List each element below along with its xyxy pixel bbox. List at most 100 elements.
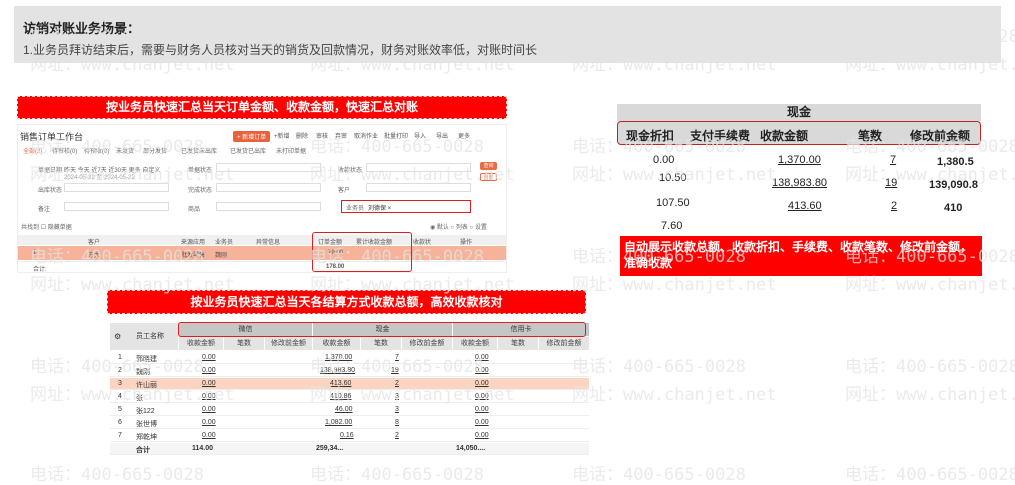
row-count[interactable]: 2 xyxy=(395,432,399,439)
outbound-select[interactable] xyxy=(64,183,169,192)
total-label: 合计 xyxy=(136,447,150,454)
col-customer: 客户 xyxy=(88,240,101,246)
row-wechat[interactable]: 0.00 xyxy=(202,419,216,426)
toolbar-more[interactable]: 更多 xyxy=(458,131,470,140)
tab-shipped-not-out[interactable]: 已发货未出库 xyxy=(181,146,217,155)
row-wechat[interactable]: 0.00 xyxy=(202,393,216,400)
callout-settlement-summary: 按业务员快速汇总当天各结算方式收款总额，高效收款核对 xyxy=(107,290,586,314)
cash-count[interactable]: 7 xyxy=(890,154,896,166)
table-row[interactable]: 6 张世博 0.00 1,082.00 8 0.00 xyxy=(110,417,589,429)
row-wechat[interactable]: 0.00 xyxy=(202,380,216,387)
tab-shipped-out[interactable]: 已发货已出库 xyxy=(230,146,266,155)
complete-label: 完成状态 xyxy=(188,188,213,194)
reset-button[interactable]: 重置 xyxy=(480,173,497,181)
toolbar-export[interactable]: 导出 xyxy=(436,131,448,140)
new-order-button[interactable]: + 新增订单 xyxy=(233,131,271,142)
sub-amount: 收款金额 xyxy=(453,337,497,350)
row-count[interactable]: 7 xyxy=(395,354,399,361)
cash-amount[interactable]: 1,370.00 xyxy=(778,154,821,166)
row-name: 郑乾坤 xyxy=(136,434,157,441)
tab-unprinted[interactable]: 未打印单据 xyxy=(276,146,306,155)
cash-count[interactable]: 2 xyxy=(891,200,897,212)
row-name: 郭晓建 xyxy=(136,356,157,363)
table-row[interactable]: 7 郑乾坤 0.00 0.16 2 0.00 xyxy=(110,430,589,442)
row-wechat[interactable]: 0.00 xyxy=(202,354,216,361)
row-name: 魏刚 xyxy=(136,369,150,376)
row-count[interactable]: 3 xyxy=(395,406,399,413)
row-credit[interactable]: 0.00 xyxy=(475,406,489,413)
col-employee: 员工名称 xyxy=(136,333,164,340)
row-wechat[interactable]: 0.00 xyxy=(202,406,216,413)
row-credit[interactable]: 0.00 xyxy=(475,367,489,374)
table-row[interactable]: 1 郭晓建 0.00 1,370.00 7 0.00 xyxy=(110,352,589,364)
row-count[interactable]: 2 xyxy=(395,380,399,387)
row-credit[interactable]: 0.00 xyxy=(475,380,489,387)
sales-order-workbench: 销售订单工作台 + 新增订单 +新增 删除 审核 弃审 取消作业 批量打印 导入… xyxy=(17,124,507,273)
table-row[interactable]: 4 张 0.00 410.86 3 0.00 xyxy=(110,391,589,403)
cash-count[interactable]: 19 xyxy=(885,177,897,189)
row-cash[interactable]: 410.86 xyxy=(330,393,351,400)
total-credit: 14,050.... xyxy=(456,445,486,452)
toolbar-approve[interactable]: 审核 xyxy=(316,131,328,140)
sub-count: 笔数 xyxy=(361,337,401,350)
hide-docs-option[interactable]: 共找到 ☐ 隐藏单据 xyxy=(21,222,72,231)
callout-auto-display: 自动展示收款总额、收款折扣、手续费、收款笔数、修改前金额，准确收款 xyxy=(620,236,982,276)
customer-select[interactable] xyxy=(366,183,471,192)
search-button[interactable]: 查询 xyxy=(480,162,497,170)
row-credit[interactable]: 0.00 xyxy=(475,354,489,361)
row-cash[interactable]: 46.00 xyxy=(335,406,353,413)
view-options[interactable]: ◉ 默认 ○ 列表 ○ 设置 xyxy=(430,222,487,231)
row-source: 批发零售 xyxy=(181,253,206,259)
row-cash[interactable]: 1,082.00 xyxy=(325,419,352,426)
cash-amount[interactable]: 138,983.80 xyxy=(772,177,827,189)
row-count[interactable]: 3 xyxy=(395,393,399,400)
cash-discount: 10.50 xyxy=(659,172,687,184)
date-label: 单据日期 xyxy=(38,168,63,174)
remark-input[interactable] xyxy=(64,202,169,211)
toolbar-cancel[interactable]: 取消作业 xyxy=(354,131,378,140)
row-cash[interactable]: 138,983.80 xyxy=(320,367,355,374)
tab-pending-prepay[interactable]: 待预收(0) xyxy=(84,146,109,155)
date-range[interactable]: 2024-05-22 至 2024-05-22 xyxy=(64,172,135,181)
row-cash[interactable]: 1,370.00 xyxy=(325,354,352,361)
row-credit[interactable]: 0.00 xyxy=(475,393,489,400)
cash-amount[interactable]: 413.60 xyxy=(788,200,822,212)
highlight-amount-columns xyxy=(312,232,412,272)
tab-partially-shipped[interactable]: 部分发货 xyxy=(143,146,167,155)
toolbar-delete[interactable]: 删除 xyxy=(296,131,308,140)
watermark-phone: 电话：400-665-0028 xyxy=(572,465,746,485)
tab-pending-approval[interactable]: 待审核(0) xyxy=(52,146,77,155)
toolbar-unapprove[interactable]: 弃审 xyxy=(335,131,347,140)
settings-icon[interactable]: ⚙ xyxy=(114,323,121,350)
table-row[interactable]: 1 方大 批发零售 魏刚 79.00 xyxy=(18,246,506,260)
table-row[interactable]: 3 许山丽 0.00 413.60 2 0.00 xyxy=(110,378,589,390)
salesman-filter[interactable]: 业务员 刘德保 × xyxy=(341,200,471,213)
receipt-select[interactable] xyxy=(366,163,471,172)
table-row[interactable]: 2 魏刚 0.00 138,983.80 19 0.00 xyxy=(110,365,589,377)
status-select[interactable] xyxy=(216,163,321,172)
row-count[interactable]: 19 xyxy=(391,367,399,374)
product-select[interactable] xyxy=(216,202,321,211)
row-credit[interactable]: 0.00 xyxy=(475,432,489,439)
col-before: 修改前金额 xyxy=(910,129,971,143)
toolbar-print[interactable]: 批量打印 xyxy=(384,131,408,140)
table-row[interactable]: 5 张122 0.00 46.00 3 0.00 xyxy=(110,404,589,416)
row-cash[interactable]: 0.16 xyxy=(340,432,354,439)
receipt-label: 收款状态 xyxy=(338,168,363,174)
row-credit[interactable]: 0.00 xyxy=(475,419,489,426)
tab-all[interactable]: 全部(2) xyxy=(23,146,42,155)
row-no: 1 xyxy=(118,354,122,361)
row-wechat[interactable]: 0.00 xyxy=(202,367,216,374)
sub-before: 修改前金额 xyxy=(539,337,589,350)
tab-not-shipped[interactable]: 未发货 xyxy=(116,146,134,155)
row-count[interactable]: 8 xyxy=(395,419,399,426)
row-cash[interactable]: 413.60 xyxy=(330,380,351,387)
row-no: 2 xyxy=(118,367,122,374)
toolbar-import[interactable]: 导入 xyxy=(414,131,426,140)
salesman-chip[interactable]: 刘德保 × xyxy=(368,203,391,212)
row-wechat[interactable]: 0.00 xyxy=(202,432,216,439)
toolbar-new[interactable]: +新增 xyxy=(274,131,290,140)
complete-select[interactable] xyxy=(216,183,321,192)
scenario-title: 访销对账业务场景： xyxy=(23,21,141,36)
sub-amount: 收款金额 xyxy=(313,337,360,350)
